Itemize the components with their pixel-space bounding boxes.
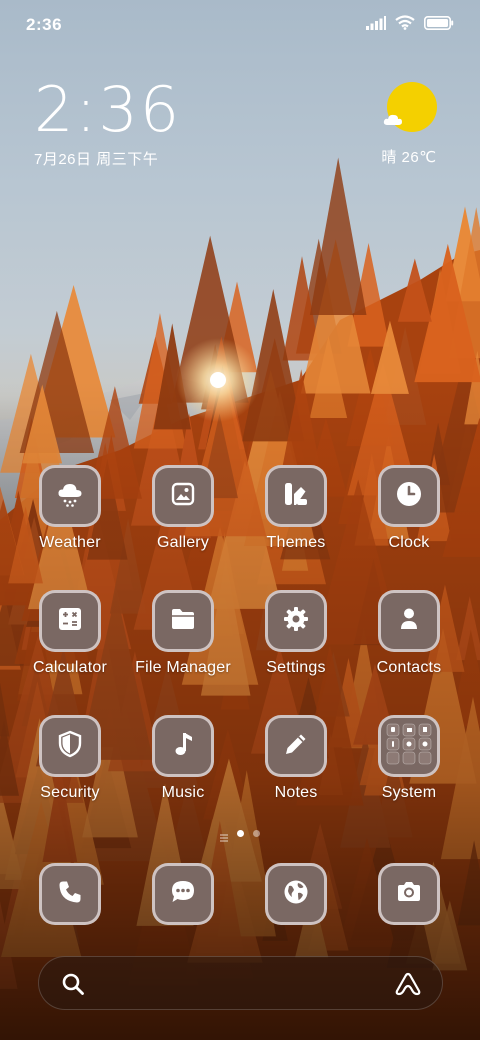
app-label: System (381, 784, 437, 801)
app-file-manager[interactable]: File Manager (128, 590, 238, 677)
list-icon (220, 829, 228, 842)
assistant-icon[interactable] (394, 971, 422, 1002)
app-weather[interactable]: Weather (15, 465, 125, 552)
app-themes[interactable]: Themes (241, 465, 351, 552)
status-icons (366, 15, 454, 35)
app-gallery[interactable]: Gallery (128, 465, 238, 552)
app-tile[interactable] (265, 590, 327, 652)
app-label: Gallery (156, 534, 210, 551)
app-tile[interactable] (378, 715, 440, 777)
page-indicator[interactable] (0, 829, 480, 842)
app-label: File Manager (135, 659, 231, 676)
app-contacts[interactable]: Contacts (354, 590, 464, 677)
battery-icon (424, 15, 454, 35)
camera-icon (395, 879, 423, 910)
clock-widget[interactable]: 2:36 7月26日 周三下午 (34, 78, 181, 169)
folder-grid-icon (385, 722, 433, 771)
app-label: Clock (388, 534, 430, 551)
app-notes[interactable]: Notes (241, 715, 351, 802)
app-tile[interactable] (39, 715, 101, 777)
app-tile[interactable] (265, 715, 327, 777)
phone-icon (57, 879, 83, 910)
dock-camera[interactable] (354, 863, 464, 925)
app-music[interactable]: Music (128, 715, 238, 802)
dock-tile[interactable] (265, 863, 327, 925)
app-calculator[interactable]: Calculator (15, 590, 125, 677)
sunny-icon (383, 82, 437, 134)
app-tile[interactable] (152, 715, 214, 777)
search-icon[interactable] (61, 972, 85, 1001)
app-clock[interactable]: Clock (354, 465, 464, 552)
shield-icon (57, 730, 83, 763)
dock-phone[interactable] (15, 863, 125, 925)
app-security[interactable]: Security (15, 715, 125, 802)
wifi-icon (395, 15, 415, 35)
app-system-folder[interactable]: System (354, 715, 464, 802)
app-label: Settings (266, 659, 326, 676)
app-tile[interactable] (378, 590, 440, 652)
person-icon (396, 605, 422, 638)
app-label: Contacts (376, 659, 442, 676)
globe-icon (282, 878, 310, 911)
app-tile[interactable] (152, 590, 214, 652)
status-time: 2:36 (26, 15, 63, 34)
app-label: Themes (266, 534, 326, 551)
app-settings[interactable]: Settings (241, 590, 351, 677)
app-label: Weather (39, 534, 101, 551)
search-bar[interactable] (38, 956, 443, 1010)
clock-date: 7月26日 周三下午 (34, 151, 159, 168)
dock-browser[interactable] (241, 863, 351, 925)
gear-icon (282, 605, 310, 638)
app-tile[interactable] (378, 465, 440, 527)
dock-messages[interactable] (128, 863, 238, 925)
dock-tile[interactable] (39, 863, 101, 925)
chat-icon (169, 878, 197, 911)
weather-text: 晴 26℃ (381, 149, 437, 166)
weather-widget[interactable]: 晴 26℃ (374, 82, 444, 167)
app-label: Music (161, 784, 205, 801)
image-icon (170, 481, 196, 512)
app-tile[interactable] (39, 465, 101, 527)
app-label: Notes (274, 784, 318, 801)
clock-icon (395, 480, 423, 513)
app-label: Calculator (32, 659, 108, 676)
app-tile[interactable] (265, 465, 327, 527)
status-bar: 2:36 (0, 0, 480, 50)
signal-icon (366, 15, 386, 35)
music-note-icon (170, 730, 196, 763)
folder-icon (169, 606, 197, 637)
dock-tile[interactable] (378, 863, 440, 925)
dock-tile[interactable] (152, 863, 214, 925)
page-dot-1[interactable] (237, 829, 244, 837)
app-tile[interactable] (152, 465, 214, 527)
pencil-icon (282, 730, 310, 763)
clock-time: 2:36 (34, 73, 182, 146)
app-label: Security (40, 784, 100, 801)
cloud-snow-icon (56, 480, 84, 513)
calculator-icon (57, 606, 83, 637)
page-dot-2[interactable] (253, 829, 260, 837)
themes-icon (282, 480, 310, 513)
app-tile[interactable] (39, 590, 101, 652)
